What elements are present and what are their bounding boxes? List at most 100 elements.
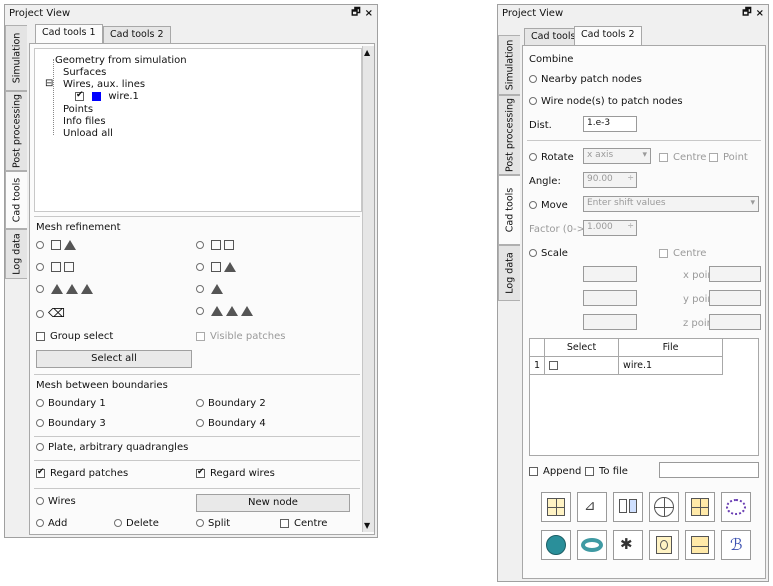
delete-radio[interactable]: Delete — [114, 518, 159, 529]
regard-patches-checkbox[interactable]: Regard patches — [36, 467, 128, 479]
torus-mesh-icon[interactable] — [577, 530, 607, 560]
refine-option-1[interactable] — [36, 240, 76, 251]
spinner-icon[interactable]: ÷ — [627, 173, 634, 182]
z-point-input[interactable] — [709, 314, 761, 330]
scale-centre-checkbox[interactable]: Centre — [659, 248, 706, 259]
sphere-mesh-icon[interactable] — [541, 530, 571, 560]
boundary-1-radio[interactable]: Boundary 1 — [36, 398, 106, 409]
axis-select[interactable]: x axis ▾ — [583, 148, 651, 164]
tree-item-geometry[interactable]: Geometry from simulation — [55, 55, 187, 66]
angle-input[interactable]: 90.00 ÷ — [583, 172, 637, 188]
grid-cross-icon[interactable] — [685, 492, 715, 522]
side-tab-post-processing[interactable]: Post processing — [498, 95, 520, 175]
tab-cad-tools-1[interactable]: Cad tools 1 — [35, 24, 103, 44]
side-tab-cad-tools[interactable]: Cad tools — [498, 175, 520, 245]
line-frame-icon[interactable] — [685, 530, 715, 560]
tree-item-wire1[interactable]: wire.1 — [75, 90, 139, 102]
tab-cad-tools-2[interactable]: Cad tools 2 — [103, 26, 171, 44]
scroll-down-icon[interactable]: ▼ — [364, 521, 370, 530]
tree-item-unload-all[interactable]: Unload all — [63, 128, 113, 139]
split-radio[interactable]: Split — [196, 518, 230, 529]
row-select-checkbox[interactable] — [549, 361, 559, 370]
y-point-input[interactable] — [709, 290, 761, 306]
select-column-header[interactable]: Select — [544, 338, 620, 357]
wires-radio[interactable]: Wires — [36, 496, 76, 507]
diagonal-split-icon[interactable] — [613, 492, 643, 522]
wire-nodes-radio[interactable]: Wire node(s) to patch nodes — [529, 96, 683, 107]
centre-checkbox[interactable]: Centre — [280, 518, 327, 529]
rotate-centre-checkbox[interactable]: Centre — [659, 152, 706, 163]
vertical-scrollbar[interactable]: ▲ ▼ — [362, 46, 374, 532]
side-tab-simulation[interactable]: Simulation — [498, 35, 520, 95]
refine-option-3[interactable] — [36, 262, 74, 273]
mesh-refinement-label: Mesh refinement — [36, 222, 121, 233]
divider — [34, 488, 360, 489]
visible-patches-checkbox[interactable]: Visible patches — [196, 331, 285, 342]
select-all-button[interactable]: Select all — [36, 350, 192, 368]
file-column-header[interactable]: File — [618, 338, 724, 357]
close-icon[interactable]: × — [756, 8, 764, 19]
divider — [34, 374, 360, 375]
boundary-4-radio[interactable]: Boundary 4 — [196, 418, 266, 429]
add-radio[interactable]: Add — [36, 518, 67, 529]
boundary-2-radio[interactable]: Boundary 2 — [196, 398, 266, 409]
side-tab-simulation[interactable]: Simulation — [5, 25, 27, 91]
plate-quadrangles-radio[interactable]: Plate, arbitrary quadrangles — [36, 442, 188, 453]
close-icon[interactable]: × — [365, 8, 373, 19]
boundary-3-radio[interactable]: Boundary 3 — [36, 418, 106, 429]
spiral-curve-icon[interactable]: ℬ — [721, 530, 751, 560]
refine-option-8[interactable] — [196, 306, 253, 317]
combine-label: Combine — [529, 54, 574, 65]
refine-option-5[interactable] — [36, 284, 93, 295]
append-checkbox[interactable]: Append — [529, 466, 581, 477]
refine-option-2[interactable] — [196, 240, 234, 251]
radial-mesh-icon[interactable] — [721, 492, 751, 522]
tree-item-surfaces[interactable]: Surfaces — [63, 67, 106, 78]
nearby-patch-nodes-radio[interactable]: Nearby patch nodes — [529, 74, 642, 85]
move-radio[interactable]: Move — [529, 200, 568, 211]
row-select-cell[interactable] — [544, 356, 620, 375]
dist-input[interactable]: 1.e-3 — [583, 116, 637, 132]
pin-icon[interactable]: 🗗 — [742, 5, 751, 22]
tree-item-wires[interactable]: Wires, aux. lines — [63, 79, 145, 90]
side-tab-log-data[interactable]: Log data — [5, 229, 27, 279]
triangle-split-icon — [64, 240, 76, 250]
scale-radio[interactable]: Scale — [529, 248, 568, 259]
intersect-arrows-icon[interactable]: ✱ — [613, 530, 643, 560]
scale-z-input[interactable] — [583, 314, 637, 330]
shift-values-select[interactable]: Enter shift values ▾ — [583, 196, 759, 212]
wire1-checkbox[interactable] — [75, 90, 84, 101]
side-tab-cad-tools[interactable]: Cad tools — [5, 171, 27, 229]
refine-option-7[interactable]: ⌫ — [36, 306, 65, 320]
factor-input[interactable]: 1.000 ÷ — [583, 220, 637, 236]
rotate-point-checkbox[interactable]: Point — [709, 152, 748, 163]
pin-icon[interactable]: 🗗 — [351, 5, 360, 22]
tab-cad-tools-2[interactable]: Cad tools 2 — [574, 26, 642, 46]
quad-cross-icon — [211, 262, 221, 272]
row-number: 1 — [528, 356, 546, 375]
refine-option-4[interactable] — [196, 262, 236, 273]
rotate-radio[interactable]: Rotate — [529, 152, 574, 163]
left-window-title: Project View — [9, 7, 71, 19]
x-point-input[interactable] — [709, 266, 761, 282]
spinner-icon[interactable]: ÷ — [627, 221, 634, 230]
scroll-up-icon[interactable]: ▲ — [364, 48, 370, 57]
refine-option-6[interactable] — [196, 284, 223, 295]
tree-item-points[interactable]: Points — [63, 104, 93, 115]
left-project-view-panel: Project View 🗗 × Simulation Post process… — [4, 4, 378, 538]
split-quad-icon[interactable] — [541, 492, 571, 522]
scale-y-input[interactable] — [583, 290, 637, 306]
file-name-input[interactable] — [659, 462, 759, 478]
side-tab-log-data[interactable]: Log data — [498, 245, 520, 301]
ellipse-frame-icon[interactable] — [649, 530, 679, 560]
scale-x-input[interactable] — [583, 266, 637, 282]
angle-corner-icon[interactable]: ⊿ — [577, 492, 607, 522]
group-select-checkbox[interactable]: Group select — [36, 331, 113, 342]
side-tab-post-processing[interactable]: Post processing — [5, 91, 27, 171]
table-row[interactable]: 1 wire.1 — [528, 356, 724, 375]
to-file-checkbox[interactable]: To file — [585, 466, 628, 477]
tree-item-info-files[interactable]: Info files — [63, 116, 106, 127]
globe-grid-icon[interactable] — [649, 492, 679, 522]
new-node-button[interactable]: New node — [196, 494, 350, 512]
regard-wires-checkbox[interactable]: Regard wires — [196, 467, 275, 479]
